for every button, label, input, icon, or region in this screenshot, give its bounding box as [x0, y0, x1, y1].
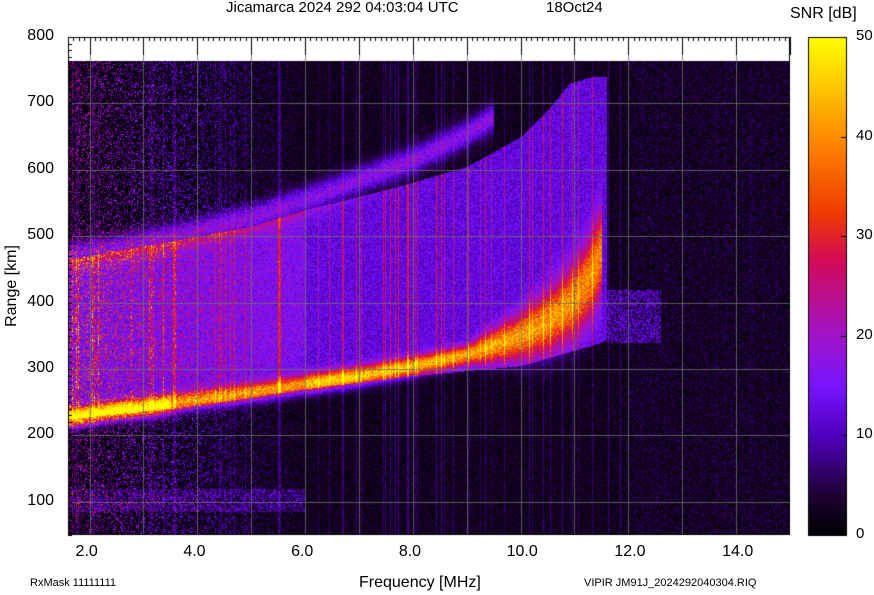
colorbar-tick-label: 30 [856, 226, 873, 244]
x-tick-label: 2.0 [75, 543, 98, 560]
x-tick-label: 6.0 [291, 543, 314, 560]
colorbar-tick-label: 50 [856, 27, 873, 44]
colorbar-label: SNR [dB] [790, 5, 857, 22]
x-tick-label: 10.0 [506, 543, 538, 560]
y-tick-label: 200 [27, 425, 54, 443]
ionogram-chart [0, 0, 874, 595]
y-axis-label: Range [km] [3, 245, 20, 327]
y-tick-label: 800 [27, 27, 54, 44]
y-tick-label: 500 [27, 226, 54, 244]
chart-title: Jicamarca 2024 292 04:03:04 UTC [226, 0, 459, 16]
y-tick-label: 100 [27, 491, 54, 509]
x-tick-label: 8.0 [398, 543, 422, 560]
colorbar-tick-label: 20 [856, 325, 873, 343]
date-label: 18Oct24 [546, 0, 603, 16]
colorbar-tick-label: 0 [856, 525, 865, 542]
y-tick-label: 600 [27, 159, 54, 177]
colorbar-tick-label: 40 [856, 126, 873, 144]
x-tick-label: 12.0 [614, 543, 646, 560]
colorbar-tick-label: 10 [856, 425, 873, 443]
x-axis-label: Frequency [MHz] [359, 574, 481, 591]
footer-rxmask: RxMask 11111111 [30, 577, 117, 589]
y-tick-label: 300 [27, 359, 54, 376]
x-tick-label: 4.0 [183, 543, 206, 560]
x-tick-label: 14.0 [722, 543, 754, 560]
y-tick-label: 400 [27, 292, 54, 310]
footer-filename: VIPIR JM91J_2024292040304.RIQ [584, 577, 757, 589]
y-tick-label: 700 [27, 93, 54, 111]
